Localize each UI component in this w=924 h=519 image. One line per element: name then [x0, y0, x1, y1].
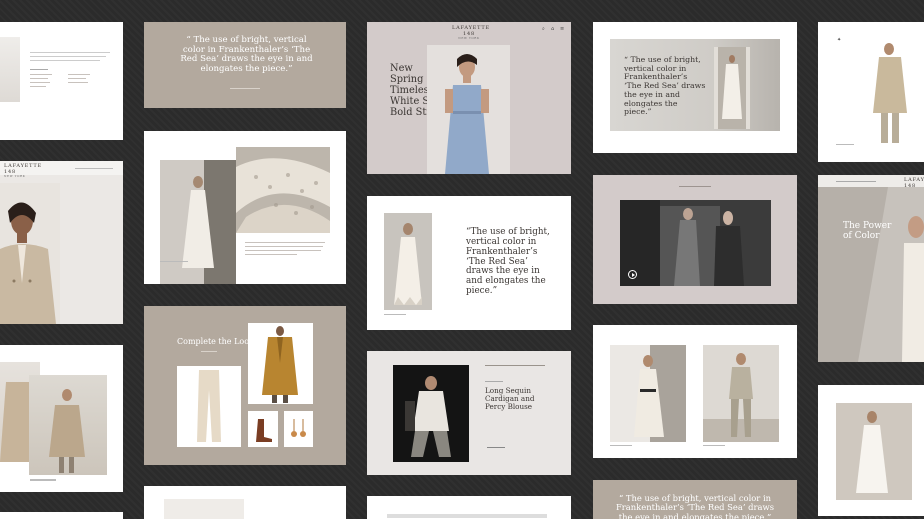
card-model-blazer: LAFAYETTE 148 NEW YORK [0, 161, 123, 324]
text-line [245, 254, 297, 255]
quote-attribution [230, 88, 260, 89]
video-frame[interactable] [620, 200, 771, 286]
list-line [30, 74, 52, 75]
white-dress-photo [836, 403, 912, 500]
card-two-looks [593, 325, 797, 458]
menu-icon[interactable]: ≡ [560, 26, 564, 32]
caption [30, 479, 56, 481]
coat-photo [248, 323, 313, 404]
section-title: The Power of Color [843, 221, 892, 242]
card-partial [0, 512, 123, 519]
caption-line [610, 445, 632, 446]
card-quote-taupe: “ The use of bright, vertical color in F… [144, 22, 346, 108]
card-sequin: Long Sequin Cardigan and Percy Blouse [367, 351, 571, 475]
brand-logo[interactable]: LAFAYETTE 148 NEW YORK [452, 25, 489, 40]
card-power-of-color: LAFAYETTE 148 The Power of Color [818, 175, 924, 362]
heading-line [679, 186, 711, 187]
lace-texture-photo [236, 147, 330, 233]
text-line [30, 56, 106, 57]
product-title: Long Sequin Cardigan and Percy Blouse [485, 386, 535, 412]
list-line [30, 86, 46, 87]
sequin-photo [393, 365, 469, 462]
card-quote-painting: “ The use of bright, vertical color in F… [593, 22, 797, 153]
trousers-photo [177, 366, 241, 447]
lace-dress-photo [160, 160, 236, 284]
text-line [245, 242, 325, 243]
card-partial [144, 486, 346, 519]
subtitle-line [485, 381, 503, 382]
model-photo [818, 187, 924, 362]
card-lace-dress [144, 131, 346, 284]
list-line [68, 82, 88, 83]
card-quote-dress: “The use of bright, vertical color in Fr… [367, 196, 571, 330]
card-video [593, 175, 797, 304]
text-line [245, 250, 321, 251]
card-quote-bottom: “ The use of bright, vertical color in F… [593, 480, 797, 519]
text-line [30, 69, 48, 70]
home-icon[interactable]: ⌂ [551, 26, 554, 32]
model-photo [0, 183, 60, 324]
text-line [30, 52, 110, 53]
doorway-photo [714, 47, 750, 129]
quote-text: “ The use of bright, vertical color in F… [180, 35, 313, 74]
title-rule [485, 365, 545, 366]
model-photo [0, 37, 20, 102]
blue-dress-photo [427, 45, 510, 174]
text-line [30, 60, 100, 61]
quote-text: “ The use of bright, vertical color in F… [624, 55, 706, 117]
play-icon[interactable] [628, 270, 637, 279]
nav-line [836, 181, 876, 182]
white-dress-photo [384, 213, 432, 310]
search-icon[interactable]: ⌕ [542, 26, 545, 32]
model-photo [164, 499, 244, 519]
earrings-photo [284, 411, 313, 447]
quote-text: “ The use of bright, vertical color in F… [615, 493, 775, 519]
card-complete-the-look: Complete the Look [144, 306, 346, 465]
list-line [68, 78, 86, 79]
text-line [387, 514, 547, 518]
card-trench-model: ✦ [818, 22, 924, 162]
look-photo [703, 345, 779, 442]
title-underline [201, 351, 217, 352]
look-photo [610, 345, 686, 442]
quote-text: “The use of bright, vertical color in Fr… [466, 227, 550, 297]
boots-photo [248, 411, 278, 447]
list-line [30, 82, 50, 83]
plus-icon[interactable]: ✦ [837, 37, 841, 43]
card-trench-pair [0, 345, 123, 492]
card-partial [367, 496, 571, 519]
card-hero-menu: LAFAYETTE 148 NEW YORK ⌕ ⌂ ≡ New Spring L… [367, 22, 571, 174]
trench-model-photo [861, 39, 924, 152]
caption-line [703, 445, 725, 446]
caption-line [160, 261, 188, 262]
cta-line [487, 447, 505, 448]
card-white-dress [818, 385, 924, 516]
nav-line [75, 168, 113, 169]
list-line [30, 78, 48, 79]
brand-logo[interactable]: LAFAYETTE 148 NEW YORK [4, 163, 41, 178]
caption-line [836, 144, 854, 145]
text-line [245, 246, 323, 247]
list-line [68, 74, 90, 75]
section-title: Complete the Look [177, 337, 254, 346]
card-text-detail [0, 22, 123, 140]
caption-line [384, 314, 406, 315]
trench-photo [29, 375, 107, 475]
